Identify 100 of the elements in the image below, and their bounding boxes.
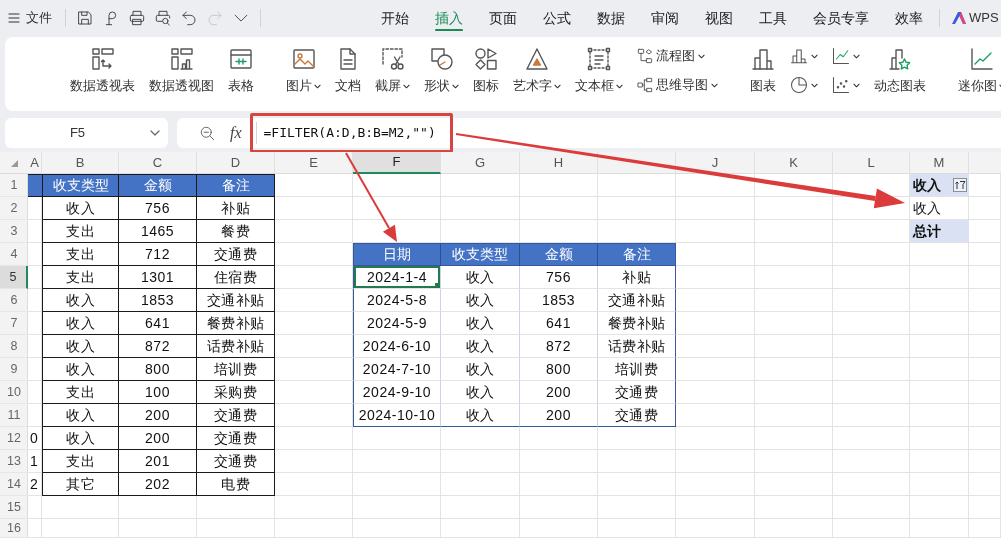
logo-icon	[952, 12, 966, 24]
table-cell: 支出	[42, 220, 119, 243]
row-header[interactable]: 5	[0, 266, 28, 289]
table-cell: 2024-6-10	[353, 335, 441, 358]
row-header[interactable]: 14	[0, 473, 28, 496]
table-cell: 收入	[42, 335, 119, 358]
table-cell: 补贴	[197, 197, 275, 220]
column-header[interactable]: G	[441, 152, 520, 174]
name-box[interactable]: F5	[5, 118, 168, 148]
table-cell: 872	[119, 335, 197, 358]
table-cell: 餐费	[197, 220, 275, 243]
ribbon-button[interactable]: 表格	[221, 37, 261, 111]
table-cell: 2024-5-8	[353, 289, 441, 312]
file-menu-button[interactable]: 文件	[8, 8, 52, 28]
ribbon-button[interactable]	[832, 46, 860, 66]
table-cell: 收入	[441, 404, 520, 427]
menu-tab[interactable]: 公式	[530, 0, 584, 36]
table-cell: 1853	[119, 289, 197, 312]
table-cell: 200	[520, 404, 598, 427]
table-header-cell: 备注	[598, 243, 676, 266]
row-header[interactable]: 9	[0, 358, 28, 381]
row-header[interactable]: 15	[0, 496, 28, 519]
ribbon-button[interactable]: 文档	[328, 37, 368, 111]
shapes-icon	[429, 47, 454, 71]
table-cell: 支出	[42, 243, 119, 266]
bar-chart-icon	[751, 47, 775, 71]
table-header-cell: 金额	[520, 243, 598, 266]
select-all-icon[interactable]	[10, 159, 18, 167]
ribbon-button[interactable]: 截屏	[368, 37, 417, 111]
menu-tab[interactable]: 工具	[746, 0, 800, 36]
row-header[interactable]: 10	[0, 381, 28, 404]
table-cell: 2024-7-10	[353, 358, 441, 381]
table-header-cell: 日期	[353, 243, 441, 266]
ribbon-button[interactable]	[790, 75, 818, 95]
column-header[interactable]: F	[353, 152, 441, 174]
save-icon[interactable]	[77, 10, 93, 26]
table-cell: 交通费	[197, 243, 275, 266]
table-cell: 培训费	[197, 358, 275, 381]
row-header[interactable]: 13	[0, 450, 28, 473]
row-header[interactable]: 11	[0, 404, 28, 427]
ribbon-button[interactable]: 动态图表	[867, 37, 933, 111]
ribbon-button[interactable]: 流程图	[637, 46, 718, 66]
ribbon-button[interactable]: 数据透视图	[142, 37, 221, 111]
menu-tab[interactable]: 开始	[368, 0, 422, 36]
printer-icon[interactable]	[129, 10, 145, 26]
ribbon-button[interactable]: 迷你图	[951, 37, 1001, 111]
menu-tab[interactable]: 插入	[422, 0, 476, 36]
table-cell: 2024-10-10	[353, 404, 441, 427]
chevron-down-icon[interactable]	[233, 13, 249, 23]
column-header[interactable]: K	[755, 152, 833, 174]
menu-tab[interactable]: 审阅	[638, 0, 692, 36]
table-cell: 641	[119, 312, 197, 335]
loop-icon[interactable]	[103, 10, 119, 26]
formula-input[interactable]: =FILTER(A:D,B:B=M2,"")	[255, 122, 450, 144]
menu-tab[interactable]: 页面	[476, 0, 530, 36]
pivot-chart-icon	[169, 47, 194, 71]
menu-icon	[8, 13, 20, 23]
print-preview-icon[interactable]	[155, 10, 171, 26]
table-cell: 住宿费	[197, 266, 275, 289]
mind-map-icon	[637, 77, 653, 93]
table-cell: 交通费	[197, 427, 275, 450]
ribbon-button[interactable]: 艺术字	[506, 37, 568, 111]
table-cell: 支出	[42, 450, 119, 473]
ribbon-button[interactable]	[832, 75, 860, 95]
row-header[interactable]: 7	[0, 312, 28, 335]
fx-button[interactable]: fx	[230, 121, 242, 145]
filter-icon[interactable]	[953, 178, 967, 192]
row-header[interactable]: 8	[0, 335, 28, 358]
flowchart-icon	[637, 48, 653, 64]
ribbon-button[interactable]: 数据透视表	[63, 37, 142, 111]
table-cell-text: 1	[29, 452, 39, 471]
ribbon-button[interactable]: 图片	[279, 37, 328, 111]
undo-icon[interactable]	[181, 10, 197, 26]
menu-tab[interactable]: 会员专享	[800, 0, 882, 36]
row-header[interactable]: 3	[0, 220, 28, 243]
column-header[interactable]: L	[833, 152, 910, 174]
table-cell: 电费	[197, 473, 275, 496]
triangle-icon	[525, 47, 549, 71]
ribbon-button[interactable]	[790, 46, 818, 66]
ribbon-button[interactable]: 思维导图	[637, 75, 718, 95]
table-header-cell: 收支类型	[441, 243, 520, 266]
row-header[interactable]: 12	[0, 427, 28, 450]
table-cell: 交通费	[197, 404, 275, 427]
table-cell: 采购费	[197, 381, 275, 404]
zoom-out-icon[interactable]	[200, 125, 215, 141]
ribbon-button[interactable]: 形状	[417, 37, 466, 111]
ribbon-button[interactable]: 图标	[466, 37, 506, 111]
ribbon-button[interactable]: 文本框	[568, 37, 630, 111]
table-cell: 1301	[119, 266, 197, 289]
chart-star-icon	[888, 47, 912, 71]
row-header[interactable]: 6	[0, 289, 28, 312]
table-cell: 200	[119, 427, 197, 450]
row-header[interactable]: 2	[0, 197, 28, 220]
table-header-cell: 收支类型	[42, 174, 119, 197]
ai-button[interactable]: WPS	[952, 8, 999, 28]
ribbon-button[interactable]: 图表	[743, 37, 783, 111]
menu-tab[interactable]: 视图	[692, 0, 746, 36]
menu-tab[interactable]: 数据	[584, 0, 638, 36]
menu-tab[interactable]: 效率	[882, 0, 936, 36]
row-header[interactable]: 16	[0, 519, 28, 538]
